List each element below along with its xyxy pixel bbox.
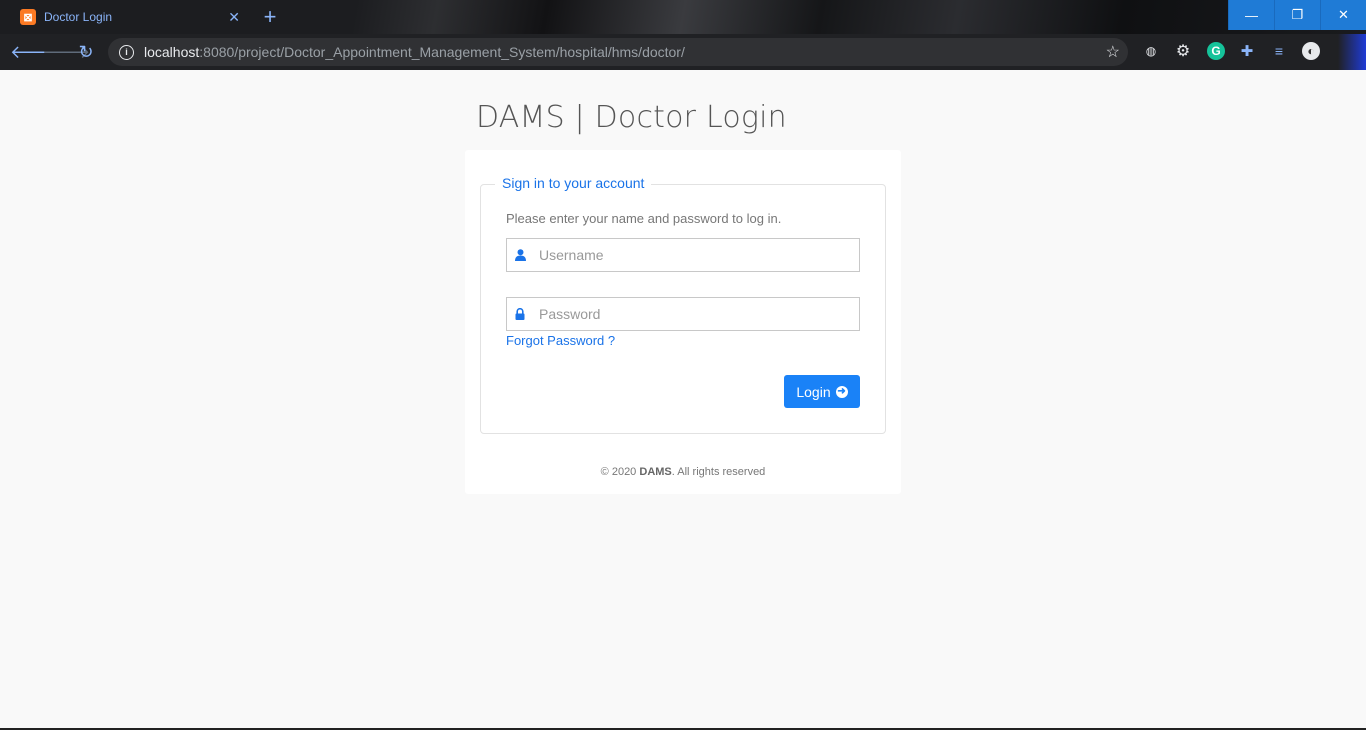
menu-kebab-icon[interactable]	[1338, 34, 1366, 70]
reload-icon[interactable]: ↻	[74, 40, 98, 64]
footer-copyright: © 2020 DAMS. All rights reserved	[600, 466, 766, 478]
page-content: DAMS | Doctor Login Sign in to your acco…	[0, 70, 1366, 728]
lock-icon	[515, 308, 527, 320]
url-text: localhost:8080/project/Doctor_Appointmen…	[144, 44, 685, 60]
info-icon[interactable]: i	[119, 44, 134, 60]
grammarly-icon[interactable]: G	[1207, 42, 1225, 60]
new-tab-button[interactable]: +	[258, 5, 282, 29]
window-controls: — ❐ ✕	[1228, 0, 1366, 30]
close-window-button[interactable]: ✕	[1320, 0, 1366, 30]
gear-icon[interactable]: ⚙	[1174, 42, 1192, 60]
puzzle-icon[interactable]: ✚	[1238, 42, 1256, 60]
xampp-icon: ⊠	[20, 9, 36, 25]
password-field[interactable]	[506, 297, 860, 331]
tab-strip: ⊠ Doctor Login ✕ + — ❐ ✕	[0, 0, 1366, 34]
globe-icon[interactable]: ◍	[1142, 42, 1160, 60]
back-icon[interactable]: 🡐	[10, 40, 58, 64]
close-tab-icon[interactable]: ✕	[228, 9, 240, 26]
forward-icon[interactable]: 🡒	[42, 40, 90, 64]
login-card: Sign in to your account Please enter you…	[465, 150, 901, 494]
browser-tab[interactable]: ⊠ Doctor Login ✕	[8, 0, 248, 34]
avatar-icon[interactable]: ◐	[1302, 42, 1320, 60]
restore-button[interactable]: ❐	[1274, 0, 1320, 30]
fieldset-legend: Sign in to your account	[495, 175, 652, 191]
browser-toolbar: 🡐 🡒 ↻ i localhost:8080/project/Doctor_Ap…	[0, 34, 1366, 70]
minimize-button[interactable]: —	[1228, 0, 1274, 30]
user-icon	[515, 249, 527, 261]
arrow-circle-right-icon: ➜	[835, 385, 848, 398]
password-input[interactable]	[537, 305, 841, 323]
login-button-label: Login	[796, 383, 831, 400]
username-field[interactable]	[506, 238, 860, 272]
username-input[interactable]	[537, 246, 841, 264]
forgot-password-link[interactable]: Forgot Password ?	[506, 333, 615, 348]
tab-title: Doctor Login	[44, 10, 113, 24]
login-button[interactable]: Login ➜	[784, 375, 860, 408]
login-fieldset: Sign in to your account Please enter you…	[480, 175, 886, 434]
browser-chrome: ⊠ Doctor Login ✕ + — ❐ ✕ 🡐 🡒 ↻ i localho…	[0, 0, 1366, 70]
bookmark-star-icon[interactable]: ☆	[1106, 42, 1120, 62]
address-bar[interactable]: i localhost:8080/project/Doctor_Appointm…	[108, 38, 1128, 66]
page-title: DAMS | Doctor Login	[476, 100, 787, 135]
login-hint: Please enter your name and password to l…	[506, 211, 782, 226]
playlist-icon[interactable]: ≡	[1270, 42, 1288, 60]
